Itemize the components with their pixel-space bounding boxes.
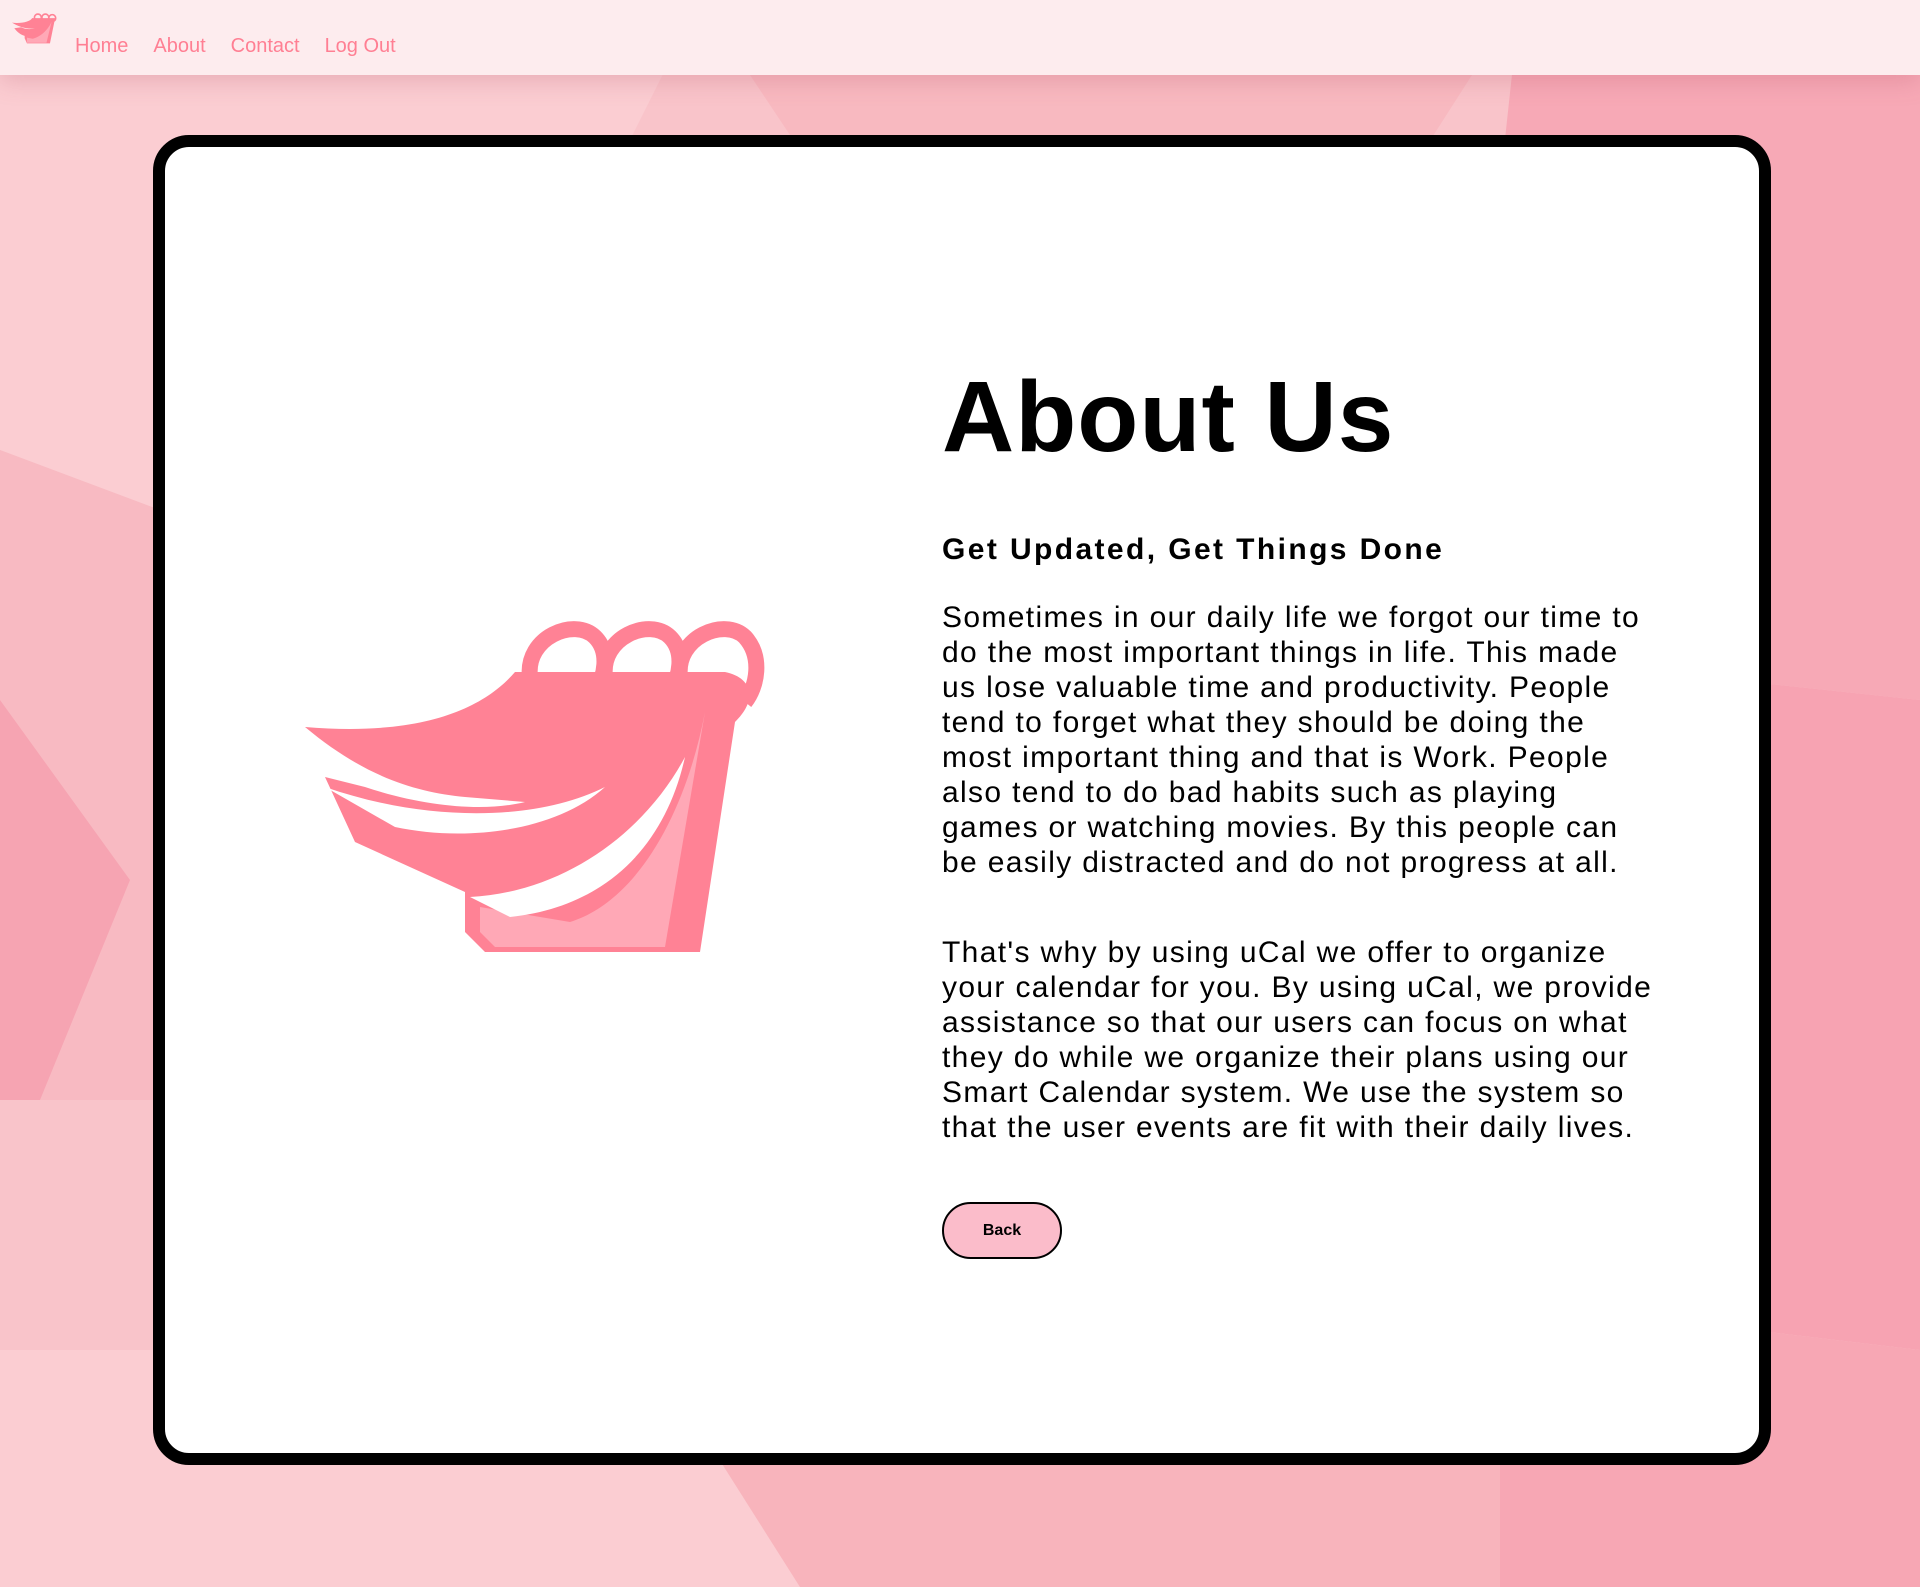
nav-link-logout[interactable]: Log Out <box>325 34 396 58</box>
calendar-logo-icon[interactable] <box>12 9 58 49</box>
back-button[interactable]: Back <box>942 1202 1062 1259</box>
navbar: Home About Contact Log Out <box>0 0 1920 75</box>
calendar-logo-icon <box>305 621 765 952</box>
nav-link-contact[interactable]: Contact <box>231 34 300 58</box>
about-paragraph-1: Sometimes in our daily life we forgot ou… <box>942 601 1641 879</box>
about-card: About Us Get Updated, Get Things Done So… <box>153 135 1771 1465</box>
nav-link-home[interactable]: Home <box>75 34 128 58</box>
nav-links: Home About Contact Log Out <box>75 34 421 58</box>
page-subtitle: Get Updated, Get Things Done <box>942 533 1445 566</box>
about-paragraph-2: That's why by using uCal we offer to org… <box>942 936 1653 1144</box>
about-content: About Us Get Updated, Get Things Done So… <box>942 362 1662 1259</box>
page-title: About Us <box>942 361 1395 473</box>
nav-link-about[interactable]: About <box>153 34 205 58</box>
